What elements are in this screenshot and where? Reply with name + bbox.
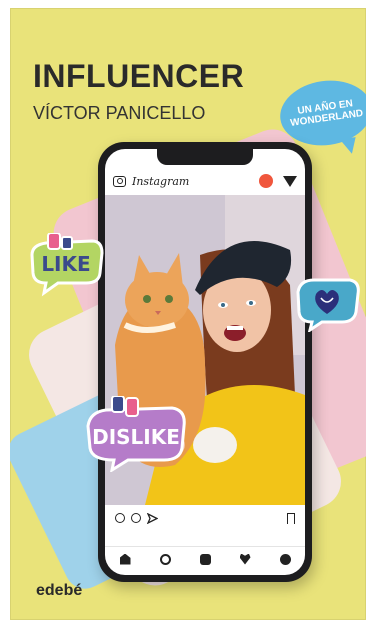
book-cover: INFLUENCER VÍCTOR PANICELLO UN AÑO EN WO… xyxy=(10,8,366,620)
heart-icon[interactable] xyxy=(239,553,251,565)
add-icon[interactable] xyxy=(199,553,211,565)
comment-icon[interactable] xyxy=(131,513,141,523)
phone-screen: Instagram xyxy=(105,149,305,575)
phone-notch xyxy=(157,149,253,165)
bubble-text: UN AÑO EN WONDERLAND xyxy=(289,98,364,129)
dislike-label: DISLIKE xyxy=(92,425,180,449)
bookmark-icon[interactable] xyxy=(287,512,295,524)
story-icon[interactable] xyxy=(259,174,273,188)
like-sticker: LIKE xyxy=(30,233,104,297)
post-actions xyxy=(115,511,295,525)
dislike-sticker: DISLIKE xyxy=(86,396,186,472)
instagram-header: Instagram xyxy=(113,171,297,191)
send-icon[interactable] xyxy=(283,175,297,187)
camera-icon[interactable] xyxy=(113,175,126,187)
heart-icon[interactable] xyxy=(115,513,125,523)
share-icon[interactable] xyxy=(147,512,158,524)
app-name: Instagram xyxy=(132,174,190,188)
profile-icon[interactable] xyxy=(279,553,291,565)
header-actions xyxy=(259,174,297,188)
publisher-logo: edebé xyxy=(36,582,83,599)
like-label: LIKE xyxy=(41,252,90,276)
bottom-navigation xyxy=(105,546,305,571)
heart-sticker xyxy=(296,278,360,332)
search-icon[interactable] xyxy=(159,553,171,565)
book-title: INFLUENCER xyxy=(33,58,245,94)
book-author: VÍCTOR PANICELLO xyxy=(33,103,206,123)
phone-mockup: Instagram xyxy=(98,142,312,582)
home-icon[interactable] xyxy=(119,553,131,565)
